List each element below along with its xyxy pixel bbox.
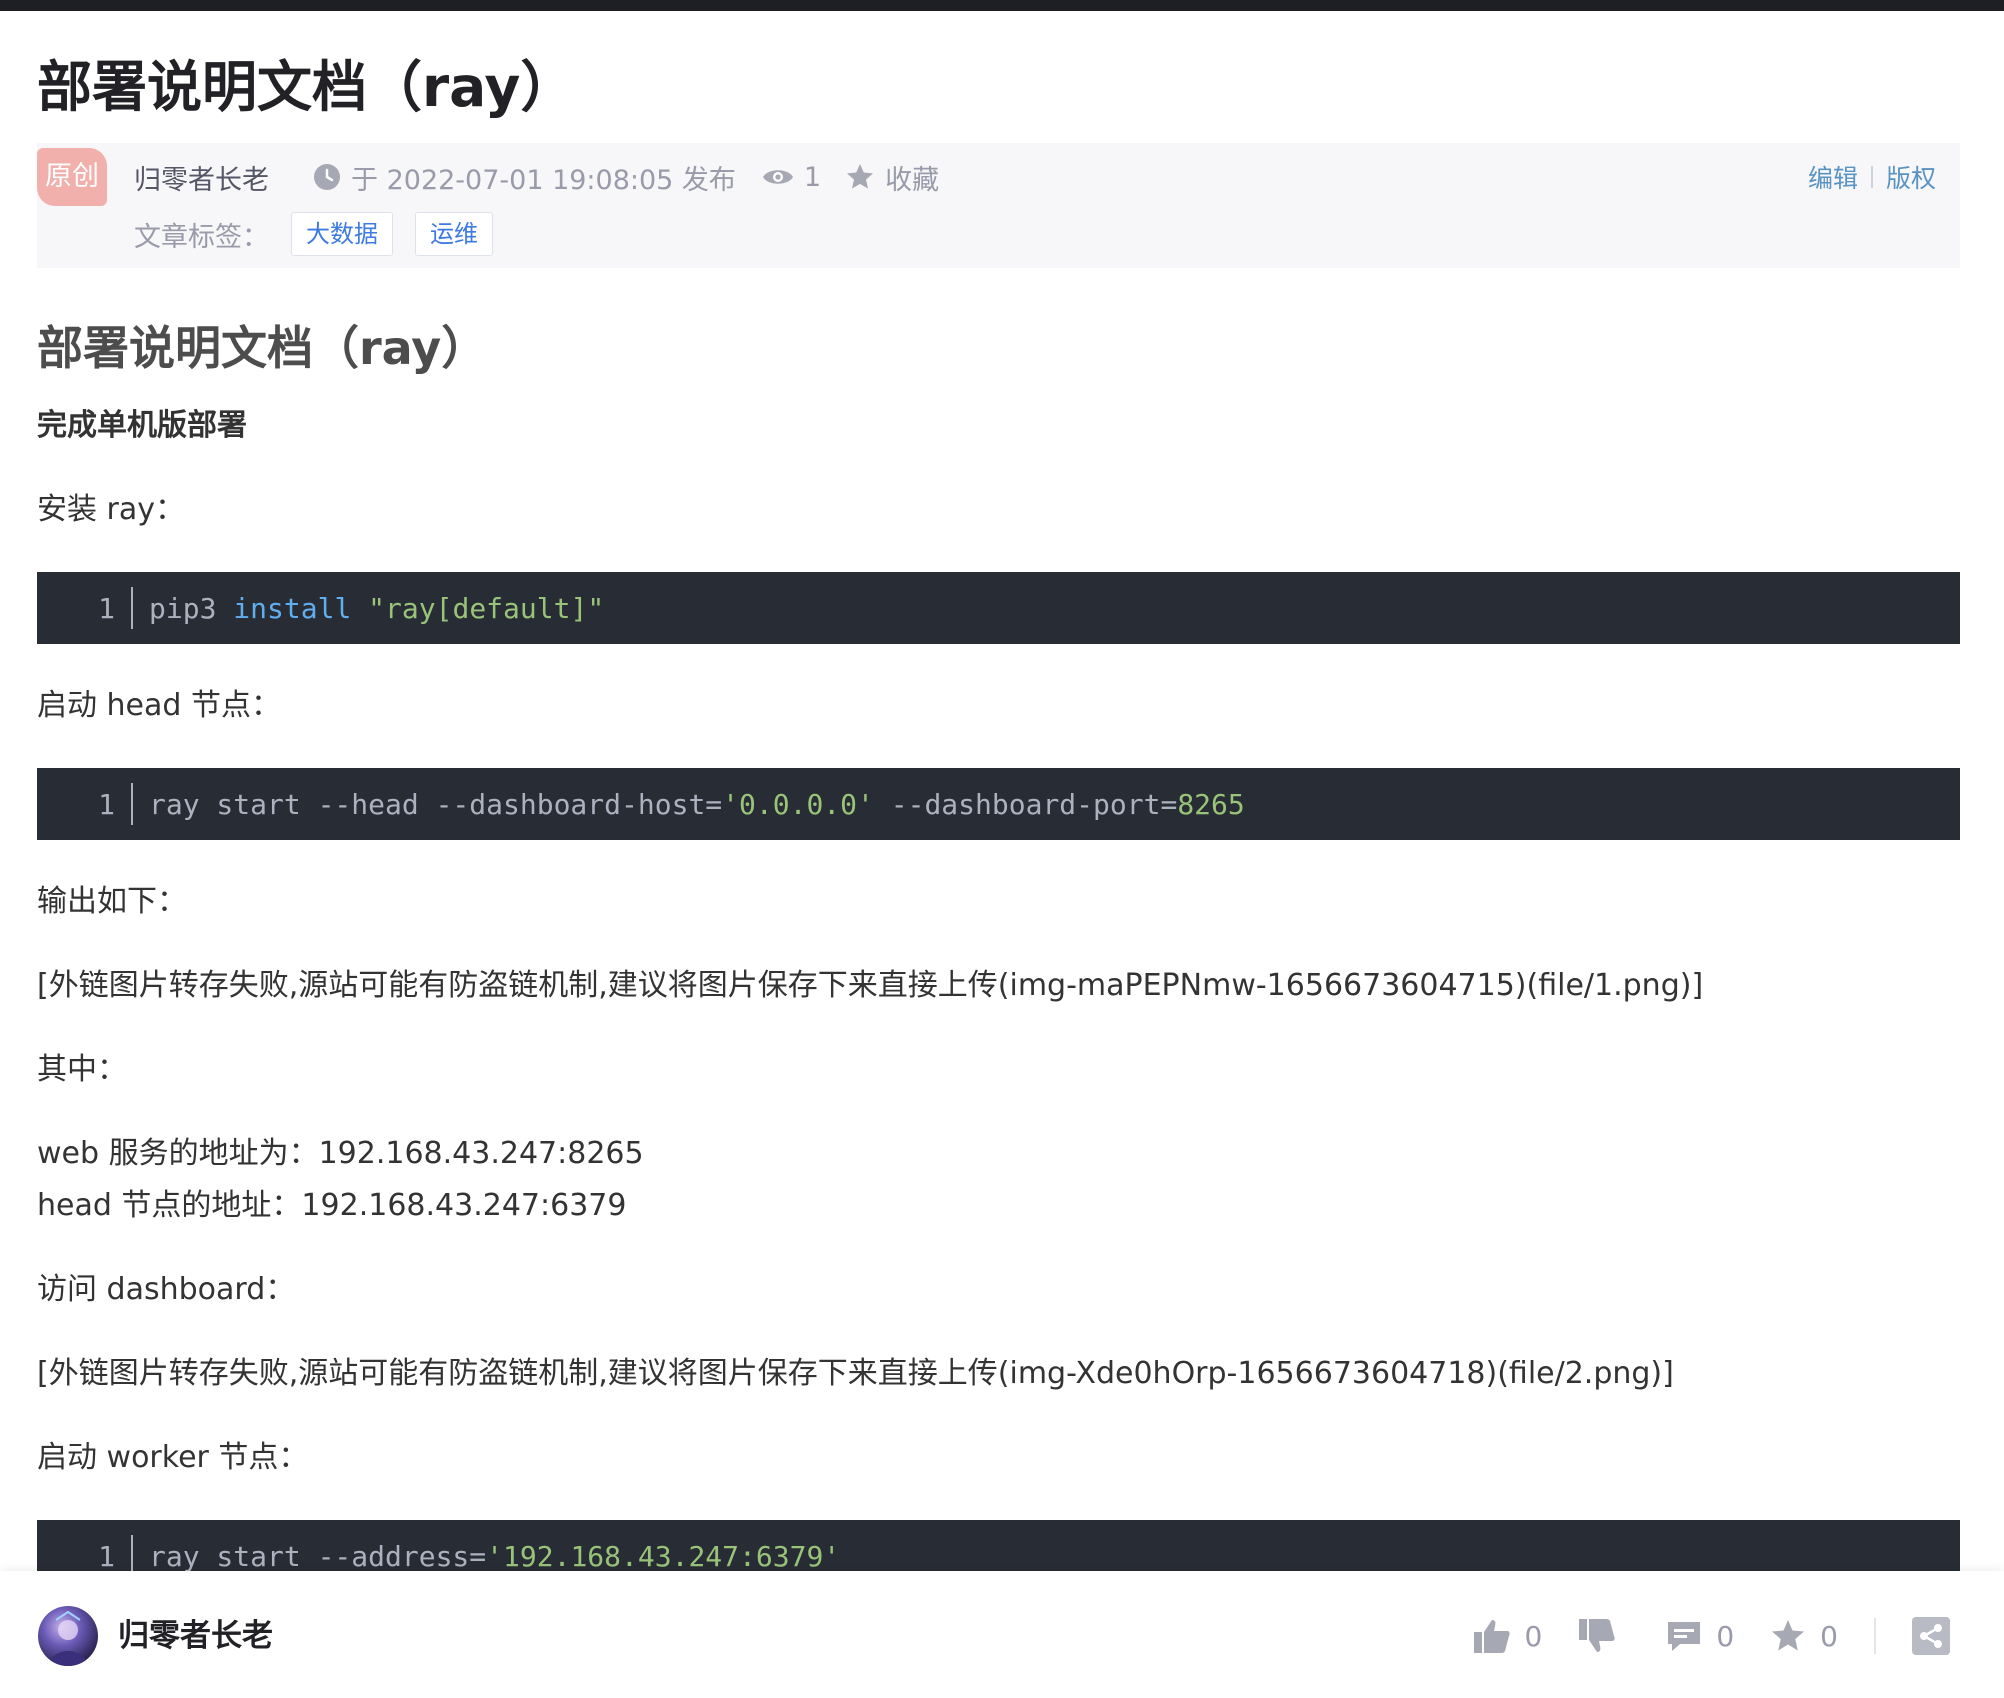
line-number: 1 (98, 1539, 115, 1573)
favorite-count: 0 (1820, 1619, 1838, 1653)
share-button[interactable] (1912, 1617, 1964, 1655)
view-count: 1 (803, 161, 822, 193)
code-token: ray start --head --dashboard-host= (149, 787, 723, 821)
content-subheading: 完成单机版部署 (37, 408, 247, 443)
divider (1874, 1618, 1876, 1654)
avatar[interactable] (38, 1606, 98, 1666)
start-worker-label: 启动 worker 节点： (37, 1440, 309, 1475)
code-token: "ray[default]" (368, 591, 605, 625)
article-meta-row: 归零者长老 于 2022-07-01 19:08:05 发布 1 收藏 (134, 157, 939, 197)
code-token: '192.168.43.247:6379' (486, 1539, 841, 1573)
dislike-button[interactable] (1578, 1618, 1630, 1654)
article-container: 部署说明文档（ray） 原创 归零者长老 于 2022-07-01 19:08:… (37, 11, 1960, 1592)
thumb-down-icon (1579, 1619, 1615, 1652)
article-info-box: 原创 归零者长老 于 2022-07-01 19:08:05 发布 1 收藏 编… (37, 143, 1960, 268)
share-icon (1912, 1617, 1950, 1655)
visit-label: 访问 dashboard： (37, 1272, 296, 1307)
comment-button[interactable]: 0 (1666, 1619, 1734, 1653)
output-label: 输出如下： (37, 884, 187, 919)
star-icon (1772, 1620, 1805, 1651)
author-link[interactable]: 归零者长老 (134, 158, 269, 197)
comment-icon (1668, 1622, 1701, 1651)
among-label: 其中： (37, 1052, 127, 1087)
star-icon[interactable] (845, 162, 875, 192)
clock-icon (313, 163, 341, 191)
copyright-link[interactable]: 版权 (1886, 159, 1936, 195)
line-number: 1 (98, 787, 115, 821)
line-divider (131, 587, 133, 629)
code-token: install (233, 591, 352, 625)
top-strip (0, 0, 2004, 11)
code-token: pip3 (149, 591, 234, 625)
thumb-up-icon (1473, 1620, 1510, 1653)
image-placeholder-1: [外链图片转存失败,源站可能有防盗链机制,建议将图片保存下来直接上传(img-m… (37, 968, 1704, 1003)
article-title: 部署说明文档（ray） (37, 55, 576, 119)
head-address: head 节点的地址：192.168.43.247:6379 (37, 1188, 627, 1223)
bottom-author-name[interactable]: 归零者长老 (118, 1611, 273, 1661)
line-number: 1 (98, 591, 115, 625)
code-token: 8265 (1177, 787, 1245, 821)
code-token: '0.0.0.0' (722, 787, 874, 821)
like-button[interactable]: 0 (1473, 1618, 1543, 1654)
install-label: 安装 ray： (37, 492, 186, 527)
favorite-button[interactable]: 收藏 (885, 158, 939, 197)
code-token: --dashboard-port= (873, 787, 1178, 821)
code-block-head: 1 ray start --head --dashboard-host= '0.0… (37, 768, 1960, 840)
publish-time: 于 2022-07-01 19:08:05 发布 (351, 164, 736, 196)
edit-link[interactable]: 编辑 (1808, 159, 1858, 195)
like-count: 0 (1524, 1619, 1543, 1653)
favorite-bottom-button[interactable]: 0 (1770, 1618, 1838, 1654)
tag-row: 文章标签： 大数据 运维 (134, 211, 493, 257)
eye-icon (762, 166, 794, 188)
article-actions: 编辑 版权 (1808, 159, 1936, 195)
line-divider (131, 783, 133, 825)
tag-bigdata[interactable]: 大数据 (291, 212, 393, 256)
tag-ops[interactable]: 运维 (415, 212, 493, 256)
start-head-label: 启动 head 节点： (37, 688, 281, 723)
bottom-actions: 0 0 0 (1437, 1611, 1964, 1661)
code-block-install: 1 pip3 install "ray[default]" (37, 572, 1960, 644)
web-address: web 服务的地址为：192.168.43.247:8265 (37, 1136, 644, 1171)
code-token: ray start --address= (149, 1539, 487, 1573)
tags-label: 文章标签： (134, 221, 269, 253)
original-badge: 原创 (37, 148, 107, 206)
content-heading: 部署说明文档（ray） (37, 321, 488, 375)
image-placeholder-2: [外链图片转存失败,源站可能有防盗链机制,建议将图片保存下来直接上传(img-X… (37, 1356, 1674, 1391)
divider (1870, 166, 1873, 188)
comment-count: 0 (1716, 1619, 1735, 1653)
bottom-toolbar: 归零者长老 0 0 0 (0, 1571, 2004, 1698)
